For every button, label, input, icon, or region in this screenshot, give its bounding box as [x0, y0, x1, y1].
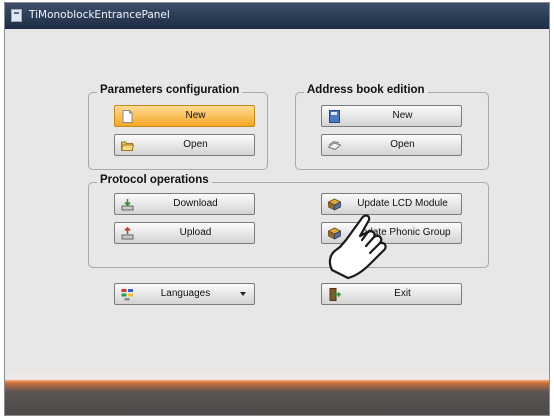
app-icon [11, 9, 22, 22]
address-book-group: Address book edition [295, 84, 489, 170]
download-label: Download [173, 198, 218, 209]
pointing-hand-icon [328, 214, 387, 280]
upload-button[interactable]: Upload [114, 222, 255, 244]
address-book-open-button[interactable]: Open [321, 134, 462, 156]
address-book-new-button[interactable]: New [321, 105, 462, 127]
address-book-icon [329, 110, 340, 123]
address-book-new-label: New [392, 110, 413, 121]
address-book-legend: Address book edition [304, 84, 428, 96]
parameters-new-label: New [185, 110, 206, 121]
protocol-operations-legend: Protocol operations [97, 174, 212, 186]
parameters-open-label: Open [183, 139, 208, 150]
upload-icon [121, 227, 134, 240]
exit-button[interactable]: Exit [321, 283, 462, 305]
address-book-open-label: Open [390, 139, 415, 150]
languages-icon [121, 289, 133, 301]
exit-label: Exit [394, 288, 411, 299]
parameters-open-button[interactable]: Open [114, 134, 255, 156]
title-bar: TiMonoblockEntrancePanel [5, 3, 549, 29]
main-window: TiMonoblockEntrancePanel Parameters conf… [4, 2, 550, 416]
new-document-icon [122, 110, 133, 123]
parameters-new-button[interactable]: New [114, 105, 255, 127]
parameters-configuration-group: Parameters configuration [88, 84, 268, 170]
parameters-configuration-legend: Parameters configuration [97, 84, 243, 96]
download-button[interactable]: Download [114, 193, 255, 215]
exit-icon [329, 288, 341, 301]
languages-dropdown[interactable]: Languages [114, 283, 255, 305]
window-title: TiMonoblockEntrancePanel [29, 9, 170, 21]
chevron-down-icon [240, 292, 246, 296]
upload-label: Upload [179, 227, 212, 238]
open-folder-icon [121, 141, 134, 151]
bottom-accent-strip [5, 371, 549, 415]
languages-label: Languages [160, 288, 211, 299]
open-book-icon [328, 140, 341, 151]
download-icon [121, 199, 134, 211]
